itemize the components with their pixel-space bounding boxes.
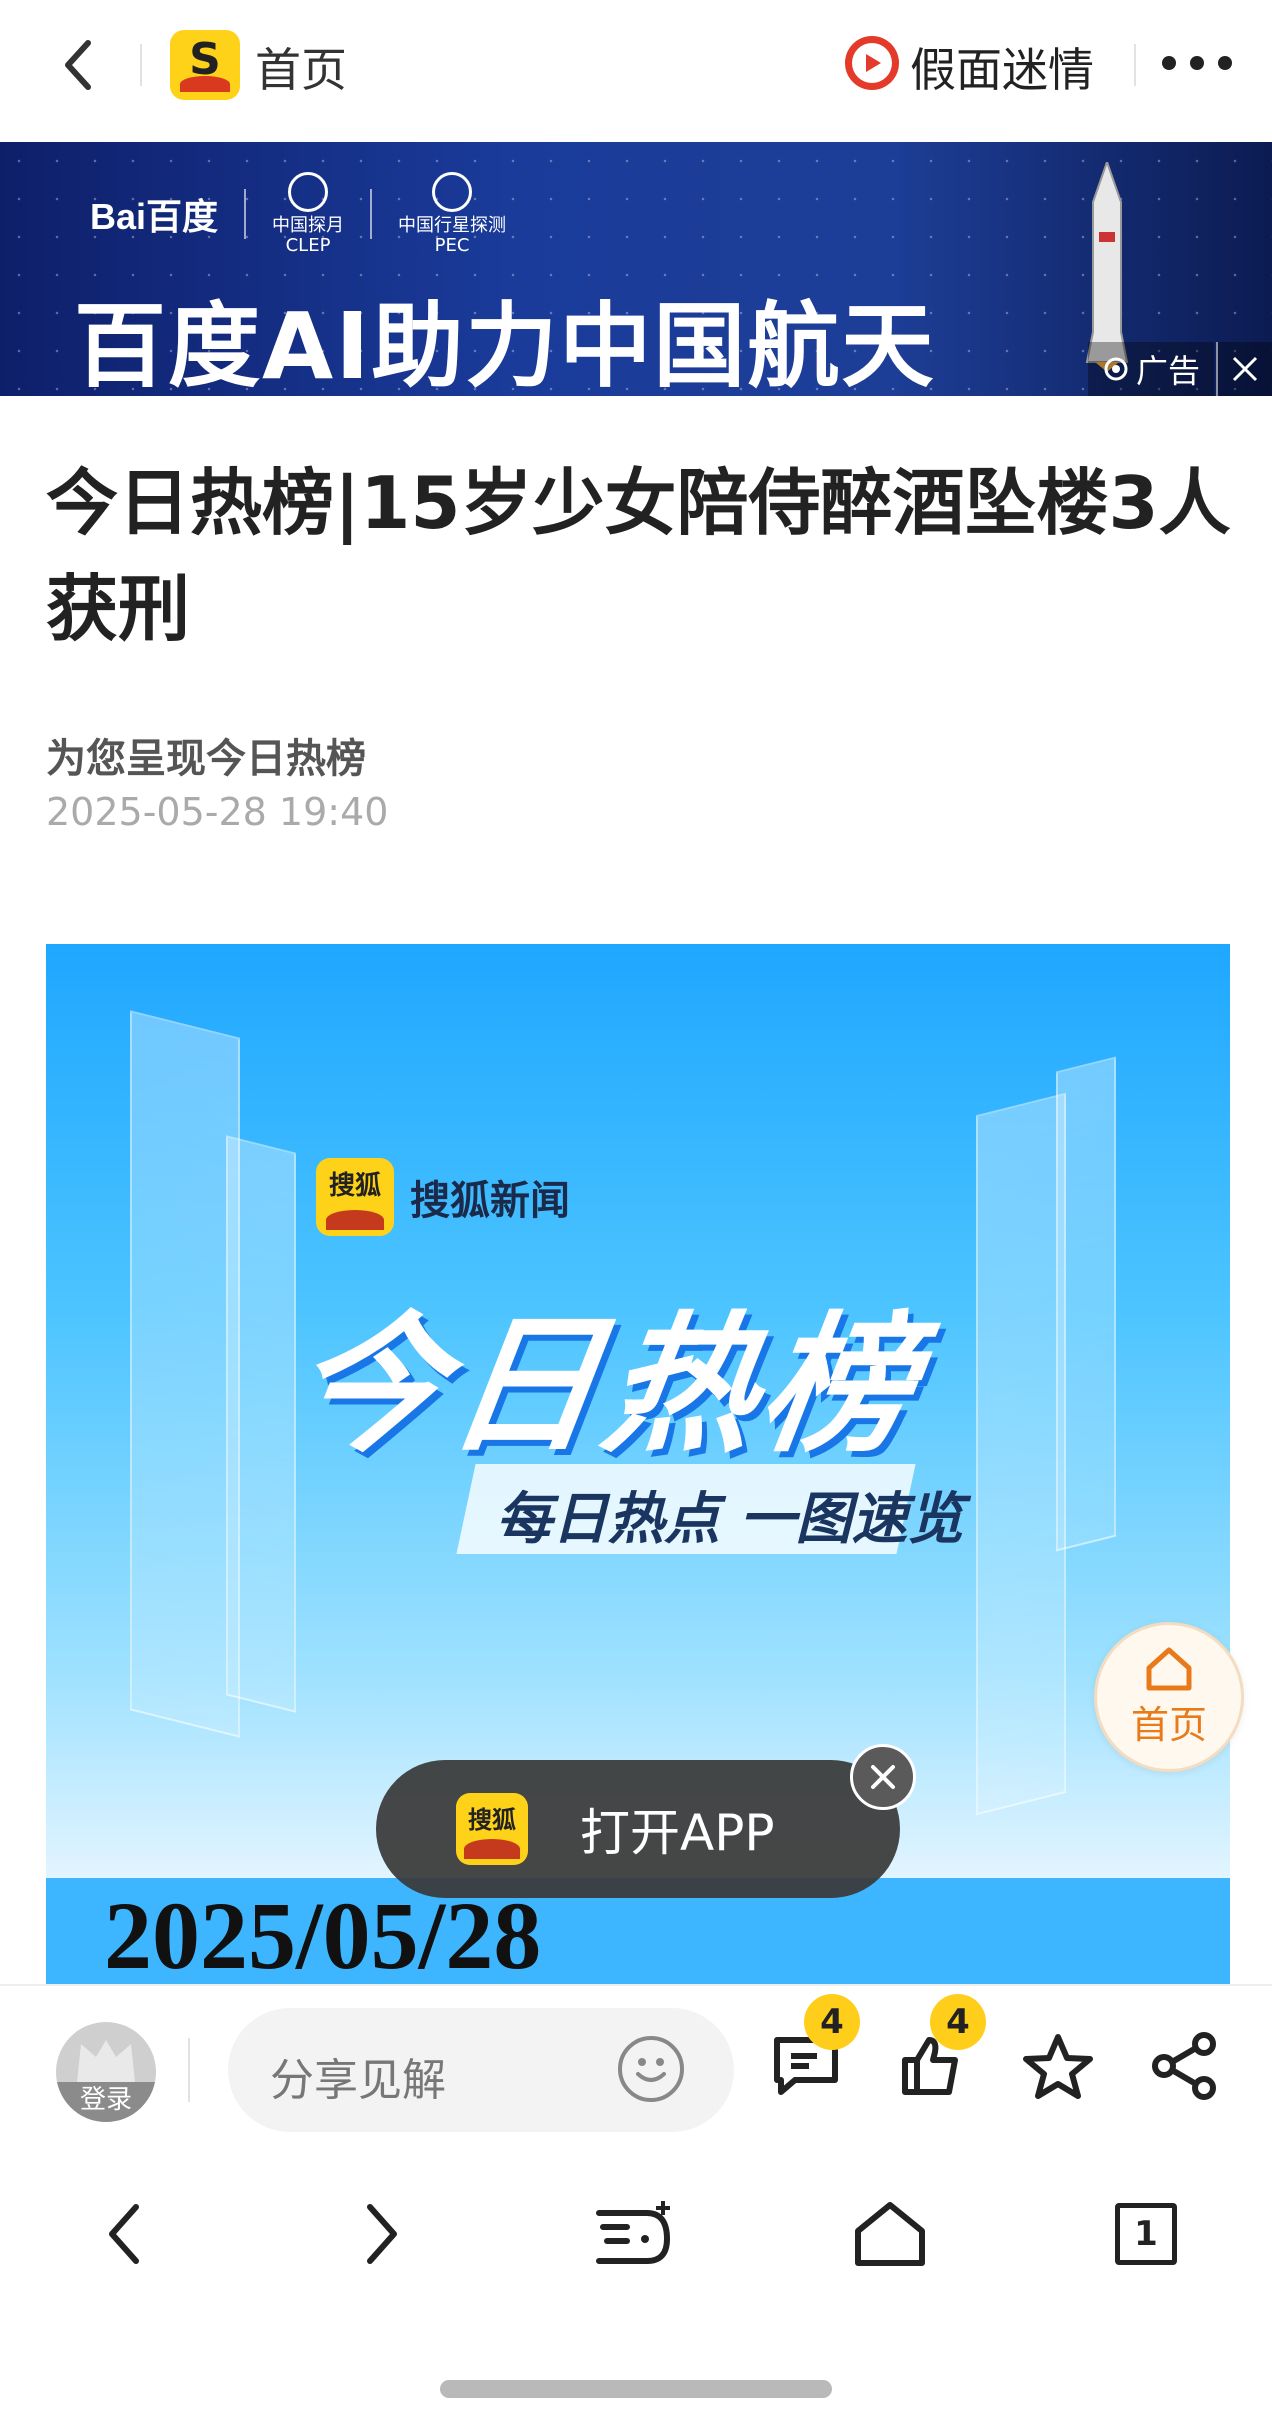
ad-label: 广告 bbox=[1087, 342, 1214, 396]
rocket-icon bbox=[1085, 162, 1129, 372]
browser-toolbar: 1 bbox=[0, 2134, 1272, 2334]
article-title: 今日热榜|15岁少女陪侍醉酒坠楼3人获刑 bbox=[46, 461, 1231, 651]
chevron-left-icon bbox=[109, 2204, 139, 2264]
hero-title: 今日热榜 bbox=[281, 1299, 931, 1473]
comment-placeholder: 分享见解 bbox=[270, 2055, 446, 2106]
comment-input[interactable]: 分享见解 bbox=[228, 2008, 734, 2132]
tabs-icon: 1 bbox=[1115, 2203, 1177, 2265]
clep-logo: 中国探月 CLEP bbox=[272, 172, 344, 256]
more-options-icon[interactable] bbox=[1162, 48, 1232, 78]
browser-ai-button[interactable] bbox=[586, 2184, 686, 2284]
floating-home-button[interactable]: 首页 bbox=[1094, 1622, 1244, 1772]
page: S 首页 假面迷情 Bai百度 中国探月 CLEP 中国行星探测 PEC 百度AI助… bbox=[0, 0, 1272, 2420]
ad-settings-icon bbox=[1104, 357, 1128, 381]
pec-logo: 中国行星探测 PEC bbox=[398, 172, 506, 256]
close-icon bbox=[871, 1765, 895, 1789]
hero-brand: 搜狐 搜狐新闻 bbox=[316, 1158, 570, 1236]
comments-button[interactable]: 4 bbox=[766, 1994, 860, 2106]
glass-panel bbox=[226, 1135, 296, 1713]
ad-headline: 百度AI助力中国航天 bbox=[74, 293, 936, 396]
login-avatar[interactable]: 登录 bbox=[56, 2022, 156, 2122]
browser-back-button[interactable] bbox=[74, 2184, 174, 2284]
close-icon bbox=[1232, 356, 1258, 382]
emoji-icon[interactable] bbox=[618, 2036, 684, 2102]
comment-count-badge: 4 bbox=[804, 1994, 860, 2050]
comment-bar-divider bbox=[188, 2038, 190, 2102]
like-count-badge: 4 bbox=[930, 1994, 986, 2050]
article-source[interactable]: 为您呈现今日热榜 bbox=[46, 726, 366, 784]
open-app-button[interactable]: 搜狐 打开APP bbox=[376, 1760, 900, 1898]
floating-home-label: 首页 bbox=[1130, 1702, 1207, 1747]
star-icon bbox=[1023, 2034, 1093, 2099]
chevron-left-icon bbox=[65, 40, 91, 90]
hero-brand-name: 搜狐新闻 bbox=[410, 1178, 570, 1224]
ad-close-button[interactable] bbox=[1216, 342, 1272, 396]
home-icon bbox=[855, 2202, 925, 2266]
ai-assistant-icon bbox=[596, 2201, 671, 2264]
baidu-logo: Bai百度 bbox=[90, 196, 219, 237]
hero-subtitle: 每日热点 一图速览 bbox=[496, 1487, 964, 1552]
glass-panel bbox=[1056, 1056, 1116, 1552]
home-icon bbox=[1146, 1647, 1192, 1690]
ad-logos: Bai百度 中国探月 CLEP 中国行星探测 PEC bbox=[90, 172, 506, 256]
open-app-close-button[interactable] bbox=[850, 1744, 916, 1810]
glass-panel bbox=[976, 1092, 1066, 1816]
nav-divider bbox=[1134, 44, 1136, 86]
browser-forward-button[interactable] bbox=[332, 2184, 432, 2284]
home-indicator[interactable] bbox=[440, 2380, 832, 2398]
author-name[interactable]: 假面迷情 bbox=[910, 34, 1094, 100]
author-avatar-icon[interactable] bbox=[845, 36, 899, 90]
chevron-right-icon bbox=[367, 2204, 397, 2264]
nav-divider bbox=[140, 44, 142, 86]
share-button[interactable] bbox=[1144, 2026, 1224, 2106]
favorite-button[interactable] bbox=[1018, 2026, 1098, 2106]
sohu-logo[interactable]: S bbox=[170, 30, 240, 100]
share-icon bbox=[1152, 2032, 1216, 2100]
ad-banner[interactable]: Bai百度 中国探月 CLEP 中国行星探测 PEC 百度AI助力中国航天 广告 bbox=[0, 142, 1272, 396]
article-date: 2025-05-28 19:40 bbox=[46, 790, 389, 834]
like-button[interactable]: 4 bbox=[892, 1994, 986, 2106]
login-label: 登录 bbox=[56, 2082, 156, 2122]
browser-home-button[interactable] bbox=[840, 2184, 940, 2284]
open-app-label: 打开APP bbox=[580, 1804, 775, 1862]
sohu-news-logo: 搜狐 bbox=[316, 1158, 394, 1236]
back-button[interactable] bbox=[48, 30, 108, 100]
top-nav-bar: S 首页 假面迷情 bbox=[0, 0, 1272, 142]
home-link[interactable]: 首页 bbox=[255, 34, 347, 100]
browser-tabs-button[interactable]: 1 bbox=[1096, 2184, 1196, 2284]
sohu-app-icon: 搜狐 bbox=[456, 1793, 528, 1865]
glass-panel bbox=[130, 1010, 240, 1738]
comment-bar: 登录 分享见解 4 4 bbox=[0, 1984, 1272, 2134]
